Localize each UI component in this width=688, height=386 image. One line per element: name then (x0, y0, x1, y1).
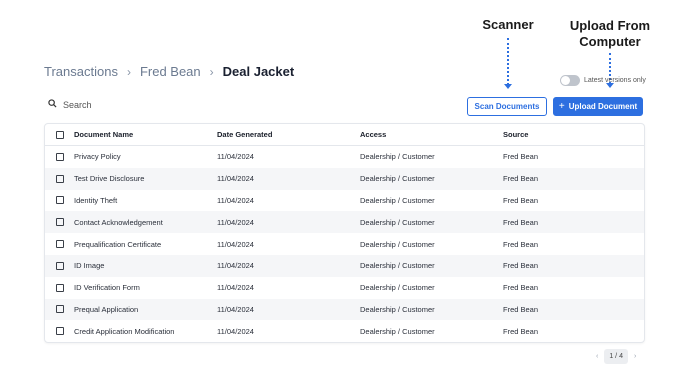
document-name-cell[interactable]: Contact Acknowledgement (74, 218, 217, 227)
date-generated-cell: 11/04/2024 (217, 261, 254, 271)
source-cell: Fred Bean (503, 174, 539, 184)
source-cell: Fred Bean (503, 152, 539, 162)
date-generated-cell: 11/04/2024 (217, 304, 254, 314)
row-checkbox-cell (45, 152, 74, 161)
source-cell: Fred Bean (503, 239, 539, 249)
scan-documents-button[interactable]: Scan Documents (467, 97, 547, 116)
access-cell: Dealership / Customer (360, 174, 435, 184)
page-title: Deal Jacket (222, 64, 295, 79)
documents-table: Document Name Date Generated Access Sour… (44, 123, 645, 344)
document-name-cell[interactable]: Prequalification Certificate (74, 240, 217, 249)
latest-versions-toggle-group: Latest versions only (560, 75, 646, 86)
upload-annotation-line1: Upload From (569, 18, 651, 33)
access-cell: Dealership / Customer (360, 283, 435, 293)
table-row[interactable]: Prequal Application 11/04/2024 Dealership … (45, 298, 644, 321)
source-cell: Fred Bean (503, 217, 539, 227)
document-name-cell[interactable]: Test Drive Disclosure (74, 174, 217, 183)
upload-annotation-line2: Computer (579, 34, 641, 49)
column-header-date-generated[interactable]: Date Generated (217, 130, 360, 139)
table-row[interactable]: Contact Acknowledgement 11/04/2024 Dealers… (45, 211, 644, 234)
document-name-cell[interactable]: Prequal Application (74, 305, 217, 314)
table-header: Document Name Date Generated Access Sour… (45, 124, 644, 146)
access-cell: Dealership / Customer (360, 152, 435, 162)
upload-document-label: Upload Document (568, 102, 638, 111)
search-placeholder: Search (63, 99, 92, 110)
row-checkbox[interactable] (55, 240, 64, 249)
document-name-cell[interactable]: Credit Application Modification (74, 327, 217, 336)
table-row[interactable]: Test Drive Disclosure 11/04/2024 Dealershi… (45, 167, 644, 190)
table-row[interactable]: Identity Theft 11/04/2024 Dealership / Cus… (45, 190, 644, 212)
row-checkbox-cell (45, 218, 74, 227)
breadcrumb-separator-icon: › (126, 64, 131, 79)
date-generated-cell: 11/04/2024 (217, 152, 254, 162)
row-checkbox-cell (45, 283, 74, 292)
row-checkbox[interactable] (55, 261, 64, 270)
row-checkbox-cell (45, 174, 74, 183)
previous-page-icon[interactable]: ‹ (590, 353, 604, 360)
row-checkbox[interactable] (55, 218, 64, 227)
document-name-cell[interactable]: ID Verification Form (74, 283, 217, 292)
date-generated-cell: 11/04/2024 (217, 326, 254, 336)
source-cell: Fred Bean (503, 261, 539, 271)
date-generated-cell: 11/04/2024 (217, 195, 254, 205)
row-checkbox[interactable] (55, 152, 64, 161)
table-row[interactable]: Prequalification Certificate 11/04/2024 De… (45, 233, 644, 255)
breadcrumb: Transactions › Fred Bean › Deal Jacket (44, 64, 294, 79)
date-generated-cell: 11/04/2024 (217, 217, 254, 227)
row-checkbox-cell (45, 327, 74, 336)
latest-versions-toggle[interactable] (560, 75, 580, 86)
next-page-icon[interactable]: › (628, 353, 642, 360)
document-name-cell[interactable]: Identity Theft (74, 196, 217, 205)
source-cell: Fred Bean (503, 195, 539, 205)
scanner-arrow-head (504, 84, 512, 89)
source-cell: Fred Bean (503, 283, 539, 293)
breadcrumb-transactions[interactable]: Transactions (44, 64, 118, 79)
access-cell: Dealership / Customer (360, 261, 435, 271)
date-generated-cell: 11/04/2024 (217, 174, 254, 184)
document-name-cell[interactable]: Privacy Policy (74, 152, 217, 161)
scanner-annotation-arrow (507, 38, 509, 85)
row-checkbox[interactable] (55, 327, 64, 336)
upload-document-button[interactable]: + Upload Document (553, 97, 643, 116)
row-checkbox-cell (45, 305, 74, 314)
table-body: Privacy Policy 11/04/2024 Dealership / Cus… (45, 146, 644, 342)
access-cell: Dealership / Customer (360, 195, 435, 205)
source-cell: Fred Bean (503, 326, 539, 336)
column-header-document-name[interactable]: Document Name (74, 130, 217, 139)
scanner-annotation: Scanner (482, 17, 534, 32)
table-row[interactable]: ID Verification Form 11/04/2024 Dealership… (45, 277, 644, 299)
select-all-checkbox[interactable] (55, 130, 64, 139)
source-cell: Fred Bean (503, 304, 539, 314)
plus-icon: + (558, 101, 565, 112)
search-icon (48, 99, 63, 110)
date-generated-cell: 11/04/2024 (217, 283, 254, 293)
row-checkbox-cell (45, 240, 74, 249)
access-cell: Dealership / Customer (360, 304, 435, 314)
table-row[interactable]: Privacy Policy 11/04/2024 Dealership / Cus… (45, 146, 644, 168)
upload-annotation: Upload From Computer (566, 18, 654, 50)
access-cell: Dealership / Customer (360, 217, 435, 227)
table-row[interactable]: ID Image 11/04/2024 Dealership / Customer F… (45, 254, 644, 277)
breadcrumb-fred-bean[interactable]: Fred Bean (140, 64, 201, 79)
row-checkbox-cell (45, 196, 74, 205)
access-cell: Dealership / Customer (360, 239, 435, 249)
row-checkbox[interactable] (55, 283, 64, 292)
breadcrumb-separator-icon: › (209, 64, 214, 79)
pagination: ‹ 1 / 4 › (590, 349, 642, 364)
toggle-knob (561, 76, 570, 85)
page-indicator: 1 / 4 (604, 349, 628, 364)
date-generated-cell: 11/04/2024 (217, 239, 254, 249)
access-cell: Dealership / Customer (360, 326, 435, 336)
column-header-source[interactable]: Source (503, 130, 644, 139)
search-input[interactable]: Search (48, 99, 92, 110)
row-checkbox[interactable] (55, 196, 64, 205)
table-row[interactable]: Credit Application Modification 11/04/202… (45, 320, 644, 342)
document-name-cell[interactable]: ID Image (74, 261, 217, 270)
row-checkbox[interactable] (55, 174, 64, 183)
row-checkbox-cell (45, 261, 74, 270)
latest-versions-label: Latest versions only (584, 77, 646, 84)
column-header-access[interactable]: Access (360, 130, 503, 139)
row-checkbox[interactable] (55, 305, 64, 314)
